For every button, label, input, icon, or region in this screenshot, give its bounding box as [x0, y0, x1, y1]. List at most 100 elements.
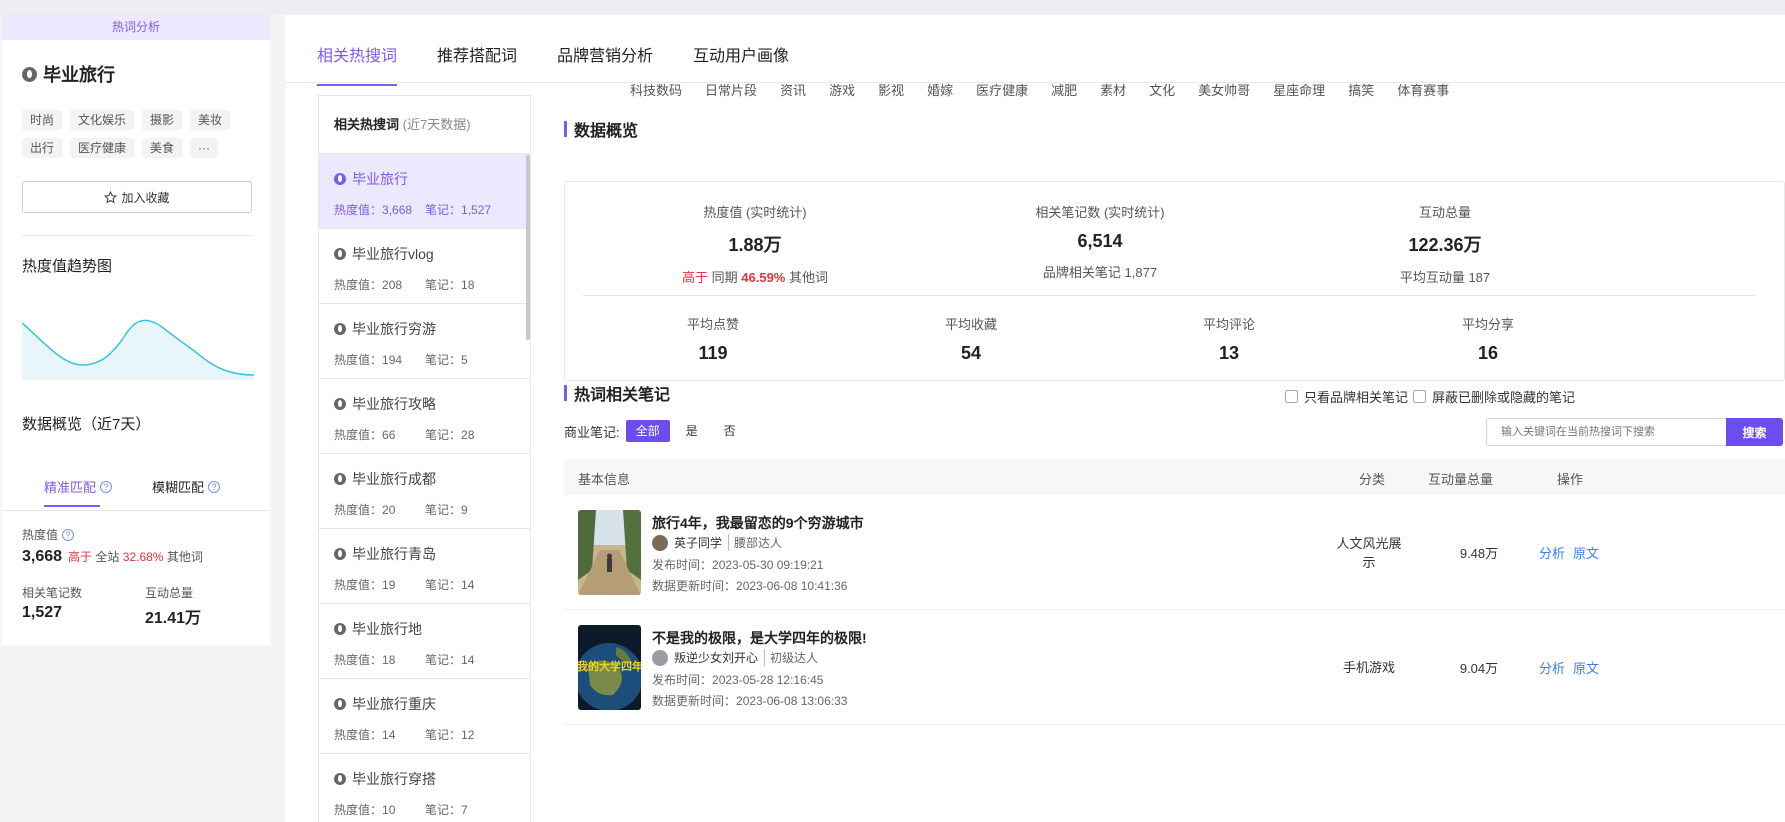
trend-title: 热度值趋势图 — [22, 258, 113, 275]
keyword-item-name: 毕业旅行穷游 — [352, 321, 436, 337]
add-favorite-button[interactable]: 加入收藏 — [22, 181, 252, 213]
notes-prefix: 笔记： — [425, 278, 462, 292]
category-item[interactable]: 星座命理 — [1273, 83, 1325, 99]
avatar[interactable] — [652, 649, 668, 666]
row-actions: 分析 原文 — [1539, 543, 1599, 562]
avg-value: 13 — [1218, 343, 1240, 363]
original-link[interactable]: 原文 — [1573, 543, 1599, 562]
avg-share-stat: 平均分享 16 — [1462, 314, 1514, 364]
heat-prefix: 热度值： — [334, 278, 383, 292]
keyword-icon — [334, 698, 346, 710]
notes-section-title-text: 热词相关笔记 — [574, 387, 671, 404]
category-item[interactable]: 减肥 — [1051, 83, 1077, 99]
compare-pct: 46.59% — [741, 270, 786, 285]
note-thumbnail[interactable]: 我的大学四年 — [578, 625, 641, 710]
note-thumbnail[interactable] — [578, 510, 641, 595]
category-item[interactable]: 体育赛事 — [1397, 83, 1449, 99]
note-interactions: 9.04万 — [1459, 661, 1499, 676]
notes-prefix: 笔记： — [425, 428, 462, 442]
overview-section-title-text: 数据概览 — [574, 123, 639, 140]
keyword-item[interactable]: 毕业旅行青岛 热度值：19 笔记：14 — [319, 529, 530, 604]
keyword-title: 毕业旅行 — [22, 61, 115, 87]
category-item[interactable]: 美女帅哥 — [1198, 83, 1250, 99]
section-marker — [564, 121, 567, 137]
category-item[interactable]: 资讯 — [780, 83, 806, 99]
avg-label: 平均分享 — [1461, 317, 1515, 332]
checkbox-label: 屏蔽已删除或隐藏的笔记 — [1432, 390, 1576, 405]
compare-pct: 32.68% — [122, 550, 164, 564]
divider — [2, 510, 270, 511]
filter-all[interactable]: 全部 — [625, 420, 670, 442]
brand-only-checkbox[interactable]: 只看品牌相关笔记 — [1285, 387, 1408, 406]
analyze-link[interactable]: 分析 — [1539, 658, 1565, 677]
heat-prefix: 热度值： — [334, 203, 383, 217]
keyword-item[interactable]: 毕业旅行地 热度值：18 笔记：14 — [319, 604, 530, 679]
author-name[interactable]: 英子同学 — [674, 534, 722, 551]
keyword-icon — [334, 398, 346, 410]
category-item[interactable]: 影视 — [878, 83, 904, 99]
overview-title: 数据概览（近7天） — [22, 416, 151, 433]
category-item[interactable]: 素材 — [1100, 83, 1126, 99]
tag[interactable]: 医疗健康 — [70, 138, 135, 158]
keyword-icon — [334, 248, 346, 260]
keyword-item[interactable]: 毕业旅行vlog 热度值：208 笔记：18 — [319, 229, 530, 304]
tag[interactable]: 时尚 — [22, 110, 63, 130]
help-icon[interactable]: ? — [208, 480, 221, 493]
original-link[interactable]: 原文 — [1573, 658, 1599, 677]
keyword-icon — [334, 773, 346, 785]
heat-label: 热度值 ? — [22, 526, 75, 543]
keyword-item[interactable]: 毕业旅行重庆 热度值：14 笔记：12 — [319, 679, 530, 754]
tab-user-profile[interactable]: 互动用户画像 — [693, 42, 789, 86]
tab-brand-marketing[interactable]: 品牌营销分析 — [557, 42, 653, 86]
note-title[interactable]: 旅行4年，我最留恋的9个穷游城市 — [652, 513, 864, 533]
tab-related-searches[interactable]: 相关热搜词 — [317, 42, 398, 86]
keyword-item[interactable]: 毕业旅行 热度值：3,668 笔记：1,527 — [319, 154, 530, 229]
checkbox-label: 只看品牌相关笔记 — [1304, 390, 1409, 405]
help-icon[interactable]: ? — [100, 480, 113, 493]
keyword-item[interactable]: 毕业旅行穿搭 热度值：10 笔记：7 — [319, 754, 530, 822]
tab-exact-match[interactable]: 精准匹配 ? — [44, 477, 113, 507]
search-button[interactable]: 搜索 — [1726, 418, 1783, 446]
category-item[interactable]: 婚嫁 — [927, 83, 953, 99]
tag[interactable]: 美食 — [142, 138, 183, 158]
category-item[interactable]: 医疗健康 — [976, 83, 1028, 99]
update-label: 数据更新时间： — [652, 579, 737, 593]
hide-deleted-checkbox[interactable]: 屏蔽已删除或隐藏的笔记 — [1413, 387, 1575, 406]
keyword-item[interactable]: 毕业旅行穷游 热度值：194 笔记：5 — [319, 304, 530, 379]
filter-no[interactable]: 否 — [714, 420, 746, 442]
tab-recommended-pairings[interactable]: 推荐搭配词 — [437, 42, 517, 86]
table-row[interactable]: 旅行4年，我最留恋的9个穷游城市 英子同学 腰部达人 发布时间：2023-05-… — [564, 495, 1785, 610]
keyword-item-notes: 14 — [461, 578, 475, 592]
category-item[interactable]: 文化 — [1149, 83, 1175, 99]
col-interactions[interactable]: 互动量总量 — [1428, 469, 1493, 488]
notes-search-input[interactable] — [1486, 418, 1726, 446]
checkbox-box[interactable] — [1285, 390, 1298, 403]
tab-fuzzy-match[interactable]: 模糊匹配 ? — [152, 477, 221, 507]
tag[interactable]: 摄影 — [142, 110, 183, 130]
note-title[interactable]: 不是我的极限，是大学四年的极限! — [652, 628, 867, 648]
keyword-item-heat: 18 — [382, 653, 396, 667]
table-row[interactable]: 我的大学四年 不是我的极限，是大学四年的极限! 叛逆少女刘开心 初级达人 发布时… — [564, 610, 1785, 725]
keyword-list-title: 相关热搜词 — [334, 117, 400, 132]
keyword-list-scrollbar[interactable] — [526, 155, 530, 340]
category-item[interactable]: 日常片段 — [705, 83, 757, 99]
notes-prefix: 笔记： — [425, 353, 462, 367]
help-icon[interactable]: ? — [62, 528, 75, 541]
category-item[interactable]: 科技数码 — [630, 83, 682, 99]
checkbox-box[interactable] — [1413, 390, 1426, 403]
tag[interactable]: 美妆 — [190, 110, 231, 130]
add-favorite-label: 加入收藏 — [121, 190, 170, 205]
filter-yes[interactable]: 是 — [676, 420, 708, 442]
avatar[interactable] — [652, 534, 668, 551]
keyword-item[interactable]: 毕业旅行成都 热度值：20 笔记：9 — [319, 454, 530, 529]
tag[interactable]: 出行 — [22, 138, 63, 158]
analyze-link[interactable]: 分析 — [1539, 543, 1565, 562]
notes-search: 搜索 — [1486, 418, 1783, 446]
author-name[interactable]: 叛逆少女刘开心 — [674, 649, 758, 666]
tag[interactable]: 文化娱乐 — [70, 110, 135, 130]
category-item[interactable]: 搞笑 — [1348, 83, 1374, 99]
more-tags[interactable]: ··· — [190, 138, 219, 158]
category-item[interactable]: 游戏 — [829, 83, 855, 99]
keyword-item[interactable]: 毕业旅行攻略 热度值：66 笔记：28 — [319, 379, 530, 454]
commercial-filter: 商业笔记: 全部 是 否 — [564, 420, 746, 442]
